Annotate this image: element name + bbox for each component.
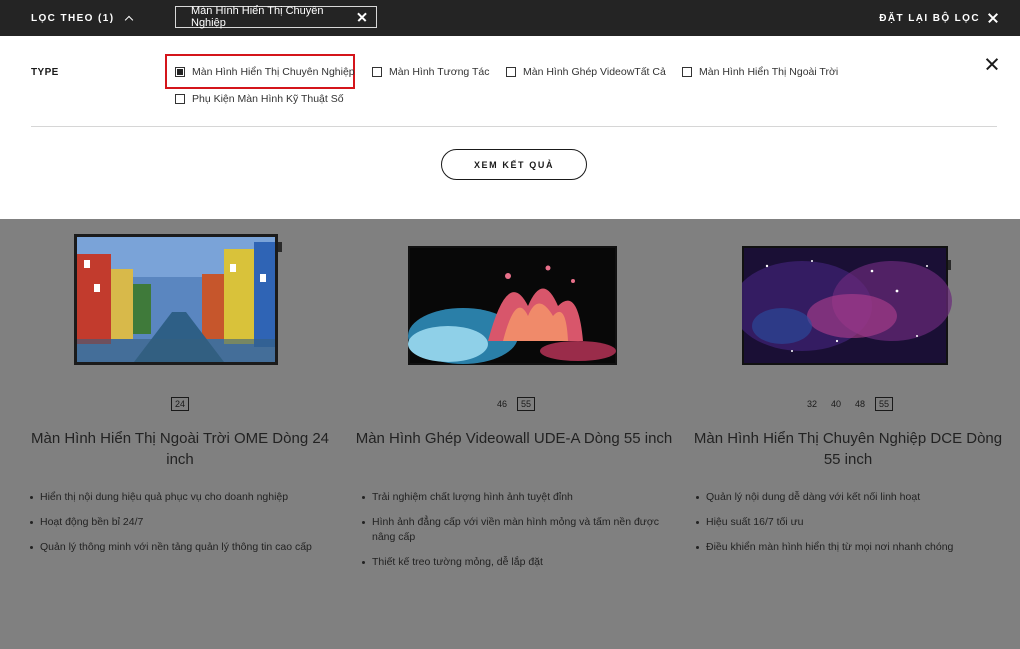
size-selector: 32 40 48 55 xyxy=(678,397,1018,411)
filter-panel: TYPE Màn Hình Hiển Thị Chuyên Nghiệp Màn… xyxy=(0,36,1020,219)
size-option[interactable]: 46 xyxy=(493,397,511,411)
product-name[interactable]: Màn Hình Hiển Thị Chuyên Nghiệp DCE Dòng… xyxy=(688,428,1008,470)
feature-item: Quản lý nội dung dễ dàng với kết nối lin… xyxy=(696,490,1016,505)
product-image-ude-a-55[interactable] xyxy=(408,246,618,366)
filter-option-label: Màn Hình Hiển Thị Ngoài Trời xyxy=(699,66,839,78)
filter-option-professional-display[interactable]: Màn Hình Hiển Thị Chuyên Nghiệp xyxy=(175,66,355,78)
size-option[interactable]: 55 xyxy=(875,397,894,411)
filter-option-outdoor-display[interactable]: Màn Hình Hiển Thị Ngoài Trời xyxy=(682,66,838,78)
filter-option-accessories[interactable]: Phụ Kiện Màn Hình Kỹ Thuật Số xyxy=(175,93,344,105)
active-filter-chip[interactable]: Màn Hình Hiển Thị Chuyên Nghiệp xyxy=(175,5,377,29)
product-image-dce-55[interactable] xyxy=(742,246,952,366)
reset-filters-label: ĐẶT LẠI BỘ LỌC xyxy=(879,12,980,24)
close-panel-icon[interactable] xyxy=(986,58,998,70)
close-icon[interactable] xyxy=(357,13,366,22)
feature-item: Hiệu suất 16/7 tối ưu xyxy=(696,515,1016,530)
size-option[interactable]: 32 xyxy=(803,397,821,411)
size-option[interactable]: 24 xyxy=(170,397,189,411)
active-filter-chip-label: Màn Hình Hiển Thị Chuyên Nghiệp xyxy=(191,5,324,29)
feature-list: Trải nghiệm chất lượng hình ảnh tuyệt đỉ… xyxy=(362,490,682,580)
size-selector: 24 xyxy=(10,397,350,411)
divider xyxy=(31,126,997,127)
reset-filters-button[interactable]: ĐẶT LẠI BỘ LỌC xyxy=(879,0,998,36)
size-option[interactable]: 48 xyxy=(851,397,869,411)
size-option[interactable]: 55 xyxy=(517,397,536,411)
filter-option-label: Màn Hình Tương Tác xyxy=(389,66,490,78)
feature-item: Hiển thị nội dung hiệu quả phục vụ cho d… xyxy=(30,490,330,505)
chevron-up-icon xyxy=(125,15,134,24)
filter-option-label: Phụ Kiện Màn Hình Kỹ Thuật Số xyxy=(192,93,344,105)
filter-toggle-button[interactable]: LỌC THEO (1) xyxy=(31,0,134,36)
feature-item: Quản lý thông minh với nền tảng quản lý … xyxy=(30,540,330,555)
checkbox[interactable] xyxy=(682,67,692,77)
feature-list: Quản lý nội dung dễ dàng với kết nối lin… xyxy=(696,490,1016,565)
checkbox[interactable] xyxy=(372,67,382,77)
product-name[interactable]: Màn Hình Ghép Videowall UDE-A Dòng 55 in… xyxy=(354,428,674,449)
close-icon xyxy=(988,13,998,23)
product-image-ome-24[interactable] xyxy=(74,234,292,366)
product-name[interactable]: Màn Hình Hiển Thị Ngoài Trời OME Dòng 24… xyxy=(20,428,340,470)
view-results-button[interactable]: XEM KẾT QUẢ xyxy=(441,149,587,180)
checkbox-checked[interactable] xyxy=(175,67,185,77)
feature-list: Hiển thị nội dung hiệu quả phục vụ cho d… xyxy=(30,490,330,565)
filter-bar: LỌC THEO (1) Màn Hình Hiển Thị Chuyên Ng… xyxy=(0,0,1020,36)
feature-item: Điều khiển màn hình hiển thị từ mọi nơi … xyxy=(696,540,1016,555)
checkbox[interactable] xyxy=(506,67,516,77)
feature-item: Hình ảnh đẳng cấp với viền màn hình mỏng… xyxy=(362,515,682,545)
filter-option-label: Màn Hình Hiển Thị Chuyên Nghiệp xyxy=(192,66,355,78)
size-selector: 46 55 xyxy=(344,397,684,411)
filter-option-interactive-display[interactable]: Màn Hình Tương Tác xyxy=(372,66,490,78)
feature-item: Trải nghiệm chất lượng hình ảnh tuyệt đỉ… xyxy=(362,490,682,505)
filter-option-label: Màn Hình Ghép VideowTất Cả xyxy=(523,66,666,78)
checkbox[interactable] xyxy=(175,94,185,104)
type-filter-heading: TYPE xyxy=(31,67,59,78)
filter-option-videowall[interactable]: Màn Hình Ghép VideowTất Cả xyxy=(506,66,666,78)
size-option[interactable]: 40 xyxy=(827,397,845,411)
feature-item: Thiết kế treo tường mỏng, dễ lắp đặt xyxy=(362,555,682,570)
filter-toggle-label: LỌC THEO (1) xyxy=(31,12,115,24)
feature-item: Hoạt động bền bỉ 24/7 xyxy=(30,515,330,530)
